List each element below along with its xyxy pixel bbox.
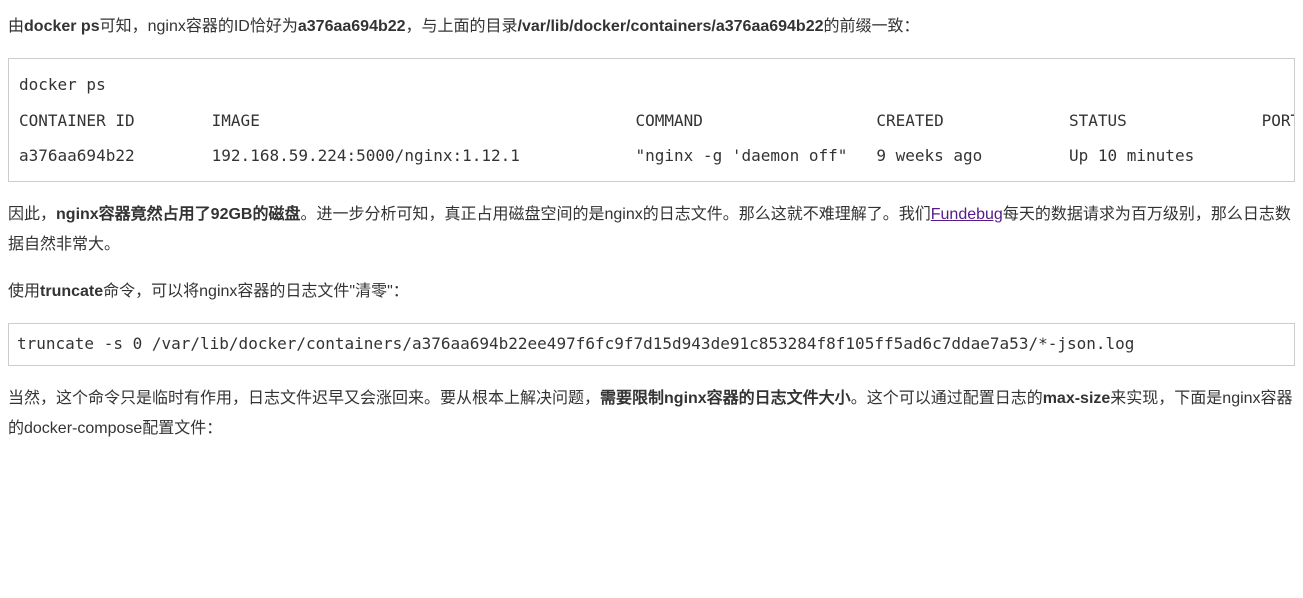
text: 命令，可以将nginx容器的日志文件"清零"： (103, 283, 409, 300)
text: 。这个可以通过配置日志的 (851, 390, 1043, 407)
paragraph-analysis: 因此，nginx容器竟然占用了92GB的磁盘。进一步分析可知，真正占用磁盘空间的… (8, 200, 1295, 261)
paragraph-truncate-intro: 使用truncate命令，可以将nginx容器的日志文件"清零"： (8, 277, 1295, 307)
text: 由 (8, 18, 24, 35)
code-line: truncate -s 0 /var/lib/docker/containers… (17, 334, 1134, 353)
code-block-truncate: truncate -s 0 /var/lib/docker/containers… (8, 323, 1295, 366)
text: 当然，这个命令只是临时有作用，日志文件迟早又会涨回来。要从根本上解决问题， (8, 390, 600, 407)
emphasis-path: /var/lib/docker/containers/a376aa694b22 (518, 18, 824, 35)
fundebug-link[interactable]: Fundebug (931, 206, 1003, 223)
text: 的前缀一致： (824, 18, 920, 35)
emphasis-truncate: truncate (40, 283, 103, 300)
paragraph-conclusion: 当然，这个命令只是临时有作用，日志文件迟早又会涨回来。要从根本上解决问题，需要限… (8, 384, 1295, 445)
text: 可知，nginx容器的ID恰好为 (100, 18, 298, 35)
emphasis-disk-usage: nginx容器竟然占用了92GB的磁盘 (56, 206, 300, 223)
text: ，与上面的目录 (406, 18, 518, 35)
code-line: docker ps (19, 75, 106, 94)
paragraph-intro: 由docker ps可知，nginx容器的ID恰好为a376aa694b22，与… (8, 12, 1295, 42)
code-line: CONTAINER ID IMAGE COMMAND CREATED STATU… (19, 111, 1295, 130)
emphasis-max-size: max-size (1043, 390, 1111, 407)
text: 使用 (8, 283, 40, 300)
emphasis-limit-log: 需要限制nginx容器的日志文件大小 (600, 390, 851, 407)
text: 因此， (8, 206, 56, 223)
text: 。进一步分析可知，真正占用磁盘空间的是nginx的日志文件。那么这就不难理解了。… (300, 206, 930, 223)
code-block-docker-ps: docker ps CONTAINER ID IMAGE COMMAND CRE… (8, 58, 1295, 182)
emphasis-container-id: a376aa694b22 (298, 18, 406, 35)
emphasis-docker-ps: docker ps (24, 18, 100, 35)
code-line: a376aa694b22 192.168.59.224:5000/nginx:1… (19, 146, 1295, 165)
